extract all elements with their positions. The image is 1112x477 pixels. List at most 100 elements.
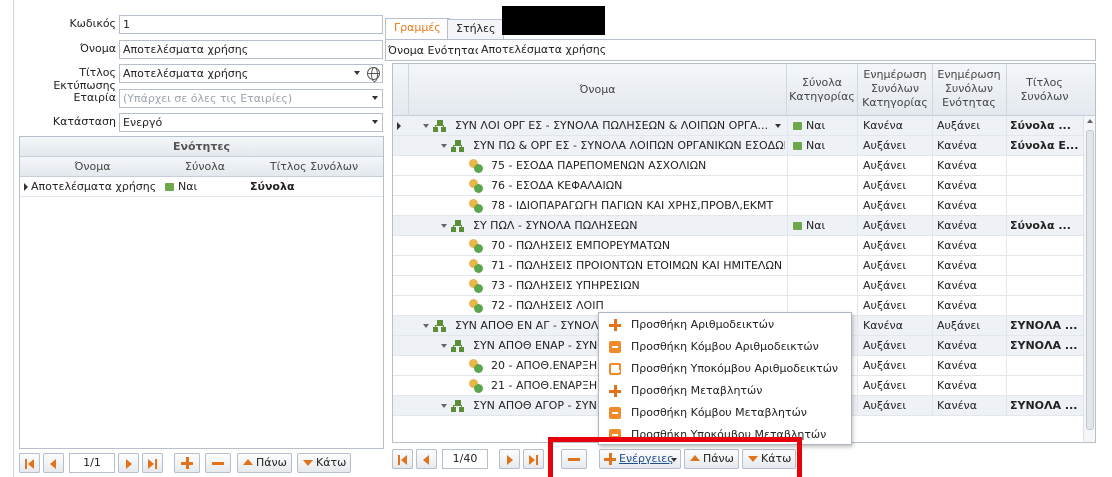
table-row[interactable]: 71 - ΠΩΛΗΣΕΙΣ ΠΡΟΙΟΝΤΩΝ ΕΤΟΙΜΩΝ ΚΑΙ ΗΜΙΤ…	[393, 256, 1083, 276]
code-field[interactable]: 1	[119, 15, 383, 34]
node-tree-icon	[433, 320, 447, 332]
subnode-icon	[609, 363, 621, 375]
menu-item-add-index-node[interactable]: Προσθήκη Κόμβου Αριθμοδεικτών	[599, 336, 851, 358]
update-section: Κανένα	[937, 179, 977, 192]
chevron-down-icon[interactable]	[775, 124, 781, 128]
coins-icon	[469, 359, 483, 373]
status-select[interactable]: Ενεργό	[119, 113, 383, 132]
column-header-name[interactable]: Όνομα	[20, 157, 165, 177]
update-category: Αυξάνει	[863, 399, 907, 412]
print-title-field[interactable]: Αποτελέσματα χρήσης	[119, 64, 383, 83]
table-row[interactable]: 76 - ΕΣΟΔΑ ΚΕΦΑΛΑΙΩΝ Αυξάνει Κανένα	[393, 176, 1083, 196]
column-header-totals[interactable]: Σύνολα	[165, 157, 245, 177]
expand-icon[interactable]	[441, 144, 447, 148]
update-section: Αυξάνει	[937, 119, 981, 132]
line-name: 73 - ΠΩΛΗΣΕΙΣ ΥΠΗΡΕΣΙΩΝ	[491, 279, 640, 292]
scroll-up-icon[interactable]	[1087, 119, 1093, 123]
next-page-button[interactable]	[499, 449, 520, 469]
expand-icon[interactable]	[441, 404, 447, 408]
thumbs-up-icon	[793, 222, 802, 230]
menu-item-add-index-subnode[interactable]: Προσθήκη Υποκόμβου Αριθμοδεικτών	[599, 358, 851, 380]
globe-icon[interactable]	[367, 67, 380, 82]
move-up-button[interactable]: Πάνω	[237, 453, 292, 473]
update-category: Αυξάνει	[863, 159, 907, 172]
section-totals-title: Σύνολα	[250, 180, 295, 193]
expand-icon[interactable]	[423, 124, 429, 128]
update-category: Αυξάνει	[863, 139, 907, 152]
arrow-up-icon	[243, 459, 253, 465]
column-header-category-totals[interactable]: Σύνολα Κατηγορίας	[787, 76, 857, 104]
update-category: Αυξάνει	[863, 199, 907, 212]
update-category: Αυξάνει	[863, 219, 907, 232]
table-row[interactable]: ΣΥΝ ΛΟΙ ΟΡΓ ΕΣ - ΣΥΝΟΛΑ ΠΩΛΗΣΕΩΝ & ΛΟΙΠΩ…	[393, 116, 1083, 136]
table-row[interactable]: 75 - ΕΣΟΔΑ ΠΑΡΕΠΟΜΕΝΩΝ ΑΣΧΟΛΙΩΝ Αυξάνει Κα…	[393, 156, 1083, 176]
category-totals: Ναι	[793, 136, 857, 156]
minus-icon	[212, 462, 224, 465]
column-header-totals-title[interactable]: Τίτλος Συνόλων	[245, 157, 383, 177]
node-tree-icon	[433, 120, 447, 132]
tab-lines[interactable]: Γραμμές	[385, 18, 450, 39]
chevron-down-icon[interactable]	[372, 120, 378, 124]
totals-title	[1010, 176, 1082, 196]
update-section: Κανένα	[937, 219, 977, 232]
name-field[interactable]: Αποτελέσματα χρήσης	[119, 40, 383, 59]
column-header-totals-title[interactable]: Τίτλος Συνόλων	[1007, 76, 1082, 104]
prev-page-button[interactable]	[416, 449, 437, 469]
column-header-update-category[interactable]: Ενημέρωση Συνόλων Κατηγορίας	[860, 68, 930, 110]
scroll-thumb[interactable]	[1086, 130, 1094, 430]
category-totals	[793, 236, 857, 256]
next-page-button[interactable]	[118, 453, 139, 473]
name-label: Όνομα	[79, 42, 116, 55]
company-select[interactable]: (Υπάρχει σε όλες τις Εταιρίες)	[119, 89, 383, 108]
company-placeholder: (Υπάρχει σε όλες τις Εταιρίες)	[123, 92, 293, 105]
totals-title	[1010, 256, 1082, 276]
section-name-field[interactable]: Αποτελέσματα χρήσης	[478, 41, 1094, 60]
update-section: Κανένα	[937, 359, 977, 372]
menu-item-add-indices[interactable]: Προσθήκη Αριθμοδεικτών	[599, 314, 851, 336]
update-category: Αυξάνει	[863, 259, 907, 272]
move-down-button[interactable]: Κάτω	[297, 453, 352, 473]
thumbs-up-icon	[793, 142, 802, 150]
coins-icon	[469, 159, 483, 173]
pager-input[interactable]: 1/40	[442, 449, 488, 469]
menu-item-add-variables[interactable]: Προσθήκη Μεταβλητών	[599, 380, 851, 402]
update-category: Αυξάνει	[863, 299, 907, 312]
add-button[interactable]	[174, 453, 200, 473]
chevron-down-icon[interactable]	[372, 96, 378, 100]
category-totals: Ναι	[793, 216, 857, 236]
pager-input[interactable]: 1/1	[69, 453, 115, 473]
column-header-update-section[interactable]: Ενημέρωση Συνόλων Ενότητας	[934, 68, 1004, 110]
update-category: Αυξάνει	[863, 339, 907, 352]
remove-button[interactable]	[205, 453, 231, 473]
expand-icon[interactable]	[423, 324, 429, 328]
chevron-down-icon[interactable]	[354, 71, 360, 75]
table-row[interactable]: 70 - ΠΩΛΗΣΕΙΣ ΕΜΠΟΡΕΥΜΑΤΩΝ Αυξάνει Κανένα	[393, 236, 1083, 256]
table-row[interactable]: Αποτελέσματα χρήσης Ναι Σύνολα	[20, 177, 383, 197]
table-row[interactable]: ΣΥ ΠΩΛ - ΣΥΝΟΛΑ ΠΩΛΗΣΕΩΝ Ναι Αυξάνει Κανένα…	[393, 216, 1083, 236]
prev-page-button[interactable]	[43, 453, 64, 473]
vertical-scrollbar[interactable]	[1083, 116, 1095, 442]
table-row[interactable]: 78 - ΙΔΙΟΠΑΡΑΓΩΓΗ ΠΑΓΙΩΝ ΚΑΙ ΧΡΗΣ,ΠΡΟΒΛ,…	[393, 196, 1083, 216]
status-label: Κατάσταση	[52, 115, 116, 128]
update-category: Αυξάνει	[863, 179, 907, 192]
first-page-button[interactable]	[19, 453, 40, 473]
plus-icon	[181, 457, 193, 469]
expand-icon[interactable]	[441, 344, 447, 348]
table-row[interactable]: ΣΥΝ ΠΩ & ΟΡΓ ΕΣ - ΣΥΝΟΛΑ ΛΟΙΠΩΝ ΟΡΓΑΝΙΚΩ…	[393, 136, 1083, 156]
expand-icon[interactable]	[441, 224, 447, 228]
table-row[interactable]: 73 - ΠΩΛΗΣΕΙΣ ΥΠΗΡΕΣΙΩΝ Αυξάνει Κανένα	[393, 276, 1083, 296]
tab-columns[interactable]: Στήλες	[447, 19, 505, 39]
menu-item-add-variable-node[interactable]: Προσθήκη Κόμβου Μεταβλητών	[599, 402, 851, 424]
totals-title: ΣΥΝΟΛΑ ...	[1010, 399, 1078, 412]
status-value: Ενεργό	[123, 116, 163, 129]
column-header-name[interactable]: Όνομα	[409, 64, 787, 116]
line-name: 71 - ΠΩΛΗΣΕΙΣ ΠΡΟΙΟΝΤΩΝ ΕΤΟΙΜΩΝ ΚΑΙ ΗΜΙΤ…	[491, 259, 783, 272]
node-icon	[609, 407, 621, 419]
lines-grid-header: Όνομα Σύνολα Κατηγορίας Ενημέρωση Συνόλω…	[393, 64, 1095, 116]
update-section: Κανένα	[937, 239, 977, 252]
last-page-button[interactable]	[523, 449, 544, 469]
totals-title	[1010, 196, 1082, 216]
first-page-button[interactable]	[392, 449, 413, 469]
last-page-button[interactable]	[142, 453, 163, 473]
row-indicator-icon	[24, 183, 28, 191]
